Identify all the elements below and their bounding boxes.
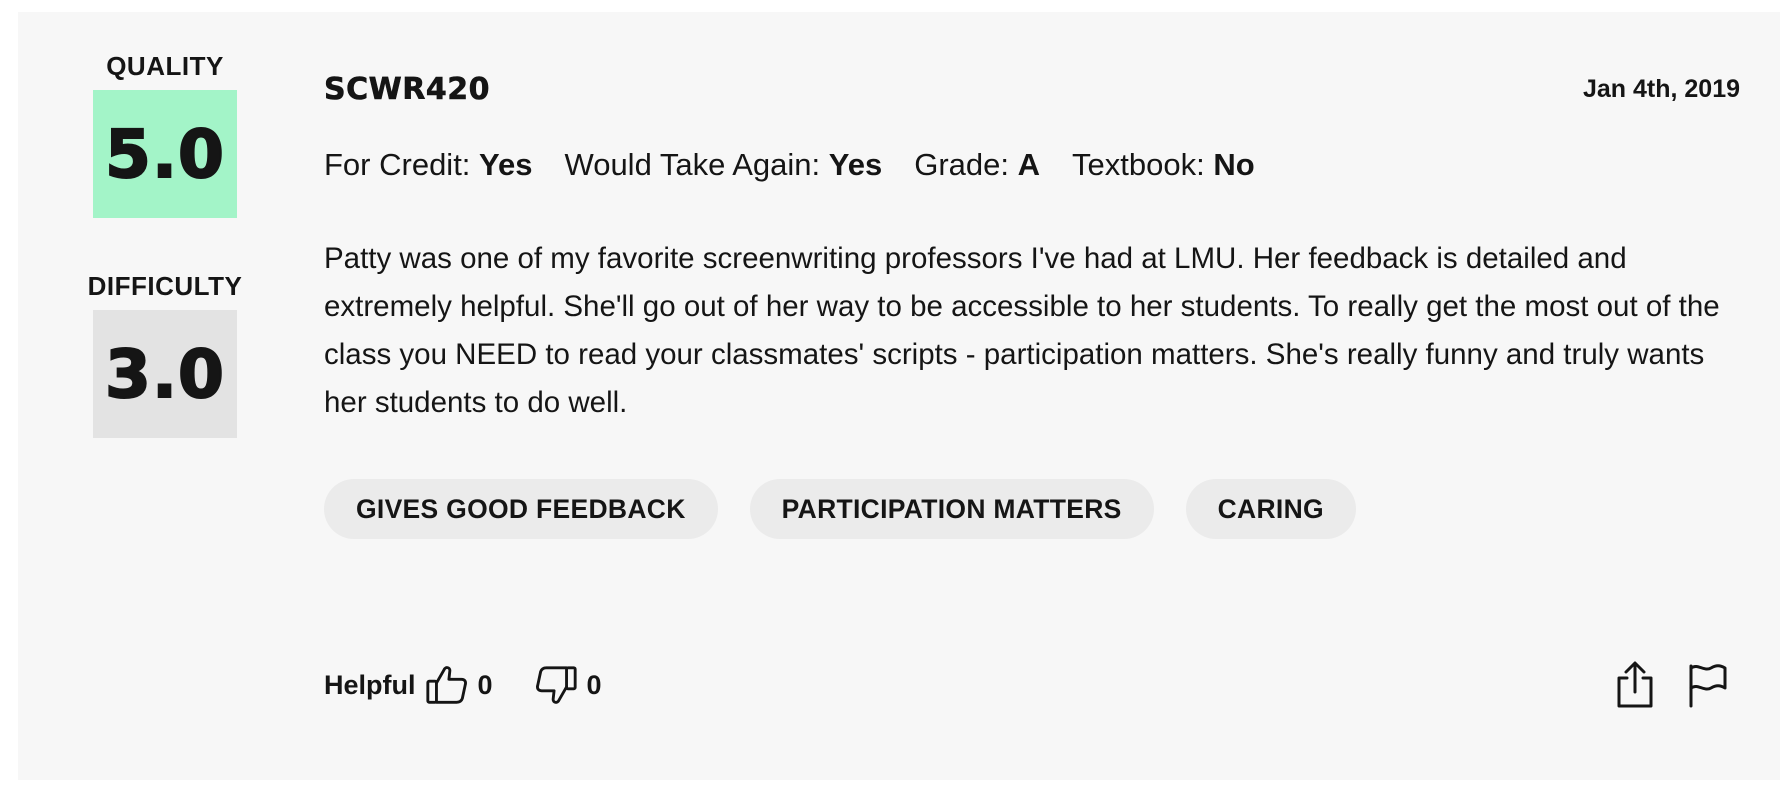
- review-content: SCWR420 Jan 4th, 2019 For Credit: Yes Wo…: [324, 72, 1740, 539]
- meta-value: No: [1213, 147, 1255, 182]
- meta-value: Yes: [479, 147, 533, 182]
- difficulty-score: 3.0: [93, 310, 237, 438]
- thumbs-down-count: 0: [586, 669, 602, 700]
- meta-value: Yes: [828, 147, 883, 182]
- quality-rating: QUALITY 5.0: [75, 52, 255, 218]
- review-header: SCWR420 Jan 4th, 2019: [324, 72, 1740, 108]
- tag-participation-matters: PARTICIPATION MATTERS: [749, 479, 1154, 539]
- review-tags: GIVES GOOD FEEDBACK PARTICIPATION MATTER…: [324, 479, 1740, 539]
- tag-gives-good-feedback: GIVES GOOD FEEDBACK: [324, 479, 718, 539]
- meta-textbook: Textbook: No: [1072, 147, 1255, 183]
- rating-card: QUALITY 5.0 DIFFICULTY 3.0 SCWR420 Jan 4…: [18, 12, 1780, 780]
- helpful-votes: Helpful 0 0: [324, 662, 642, 708]
- quality-score: 5.0: [93, 90, 237, 218]
- review-comment: Patty was one of my favorite screenwriti…: [324, 242, 1720, 419]
- share-icon[interactable]: [1612, 660, 1658, 710]
- review-actions: [1612, 660, 1730, 710]
- review-footer: Helpful 0 0: [324, 660, 1730, 710]
- review-date: Jan 4th, 2019: [1582, 75, 1740, 103]
- difficulty-rating: DIFFICULTY 3.0: [75, 272, 255, 438]
- helpful-label: Helpful: [324, 669, 416, 700]
- meta-label: Grade:: [914, 147, 1010, 182]
- flag-icon[interactable]: [1684, 660, 1730, 710]
- meta-label: Textbook:: [1072, 147, 1205, 182]
- thumbs-down-button[interactable]: 0: [533, 662, 602, 708]
- rating-column: QUALITY 5.0 DIFFICULTY 3.0: [75, 52, 255, 438]
- thumbs-up-icon[interactable]: [424, 662, 470, 708]
- course-code: SCWR420: [324, 72, 490, 108]
- quality-label: QUALITY: [106, 51, 224, 81]
- meta-for-credit: For Credit: Yes: [324, 147, 533, 183]
- tag-caring: CARING: [1185, 479, 1356, 539]
- thumbs-up-button[interactable]: 0: [424, 662, 493, 708]
- meta-grade: Grade: A: [914, 147, 1040, 183]
- meta-would-take-again: Would Take Again: Yes: [565, 147, 883, 183]
- meta-label: For Credit:: [324, 147, 471, 182]
- thumbs-up-count: 0: [477, 669, 493, 700]
- difficulty-label: DIFFICULTY: [87, 271, 243, 301]
- meta-label: Would Take Again:: [564, 147, 821, 182]
- review-meta: For Credit: Yes Would Take Again: Yes Gr…: [324, 147, 1740, 183]
- thumbs-down-icon[interactable]: [533, 662, 579, 708]
- meta-value: A: [1017, 147, 1041, 182]
